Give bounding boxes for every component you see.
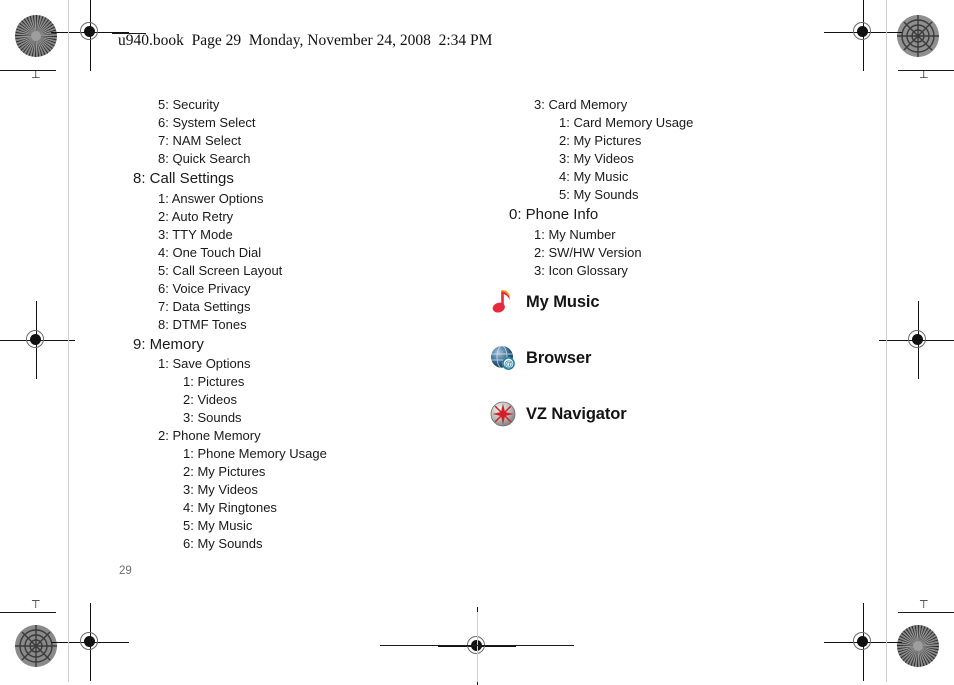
menu-item-level-2: 1: Save Options [158, 356, 251, 372]
menu-item-level-3: 1: Phone Memory Usage [183, 446, 327, 462]
menu-item-level-3: 3: My Videos [559, 151, 634, 166]
guide-line-left [68, 0, 69, 682]
feature-row[interactable]: VZ Navigator [488, 398, 888, 430]
density-patch-bottom-left [15, 625, 57, 667]
menu-item-level-3: 6: My Sounds [183, 536, 263, 552]
menu-item-level-3: 2: My Pictures [183, 464, 266, 480]
menu-item-level-2: 2: SW/HW Version [534, 244, 642, 260]
menu-item-level-2: 1: My Number [534, 226, 616, 242]
menu-item-level-3: 4: My Ringtones [183, 500, 277, 516]
density-patch-top-right [897, 15, 939, 57]
feature-row[interactable]: My Music [488, 286, 888, 318]
menu-item-level-2: 6: Voice Privacy [158, 280, 251, 296]
svg-text:@: @ [504, 359, 513, 369]
tick-mark-top-right: ⊥ [919, 69, 929, 81]
registration-mark-mid-left [0, 301, 75, 379]
menu-item-level-3: 5: My Sounds [559, 187, 639, 202]
registration-mark-mid-right [879, 301, 954, 379]
menu-item-level-3: 3: Sounds [183, 410, 242, 426]
menu-item-level-2: 8: DTMF Tones [158, 316, 247, 332]
menu-tree-left-column: 5: Security 6: System Select 7: NAM Select… [112, 96, 472, 553]
menu-item-level-3: 2: Videos [183, 392, 237, 408]
feature-list: My Music @ Browser VZ Navigator [488, 286, 888, 454]
menu-item-level-1: 0: Phone Info [509, 206, 599, 223]
menu-tree-right-column: 3: Card Memory 1: Card Memory Usage 2: My … [488, 96, 888, 280]
menu-item-level-2: 2: Phone Memory [158, 428, 261, 444]
menu-item-level-2: 1: Answer Options [158, 190, 264, 206]
feature-label: My Music [526, 292, 600, 311]
tick-mark-bottom-right: ⊤ [919, 599, 929, 611]
menu-item-level-2: 5: Security [158, 97, 220, 112]
menu-item-level-3: 3: My Videos [183, 482, 258, 498]
menu-item-level-3: 4: My Music [559, 169, 629, 184]
density-patch-top-left [15, 15, 57, 57]
feature-label: VZ Navigator [526, 404, 627, 423]
menu-item-level-2: 5: Call Screen Layout [158, 262, 283, 278]
menu-item-level-3: 2: My Pictures [559, 133, 642, 148]
document-header: u940.book Page 29 Monday, November 24, 2… [118, 32, 493, 49]
menu-item-level-2: 3: Icon Glossary [534, 262, 628, 278]
page-number: 29 [119, 565, 132, 577]
music-note-icon [488, 287, 518, 317]
feature-label: Browser [526, 348, 592, 367]
compass-navigator-icon [488, 399, 518, 429]
registration-mark-top-left [51, 0, 129, 71]
registration-mark-bottom-right [824, 603, 902, 681]
menu-item-level-2: 8: Quick Search [158, 151, 251, 166]
menu-item-level-2: 4: One Touch Dial [158, 244, 262, 260]
tick-mark-top-left: ⊥ [31, 69, 41, 81]
menu-item-level-2: 3: TTY Mode [158, 226, 233, 242]
registration-mark-top-right [824, 0, 902, 71]
menu-item-level-2: 3: Card Memory [534, 97, 628, 112]
menu-item-level-2: 7: Data Settings [158, 298, 251, 314]
menu-item-level-2: 2: Auto Retry [158, 208, 234, 224]
trim-line-bottom-right [898, 612, 954, 614]
tick-mark-bottom-left: ⊤ [31, 599, 41, 611]
registration-mark-bottom-left [51, 603, 129, 681]
guide-line-bottom-center [477, 612, 478, 682]
menu-item-level-3: 1: Pictures [183, 374, 245, 390]
globe-browser-icon: @ [488, 343, 518, 373]
menu-item-level-3: 5: My Music [183, 518, 253, 534]
menu-item-level-3: 1: Card Memory Usage [559, 115, 694, 130]
menu-item-level-2: 7: NAM Select [158, 133, 242, 148]
menu-item-level-1: 9: Memory [133, 335, 204, 353]
menu-item-level-2: 6: System Select [158, 115, 256, 130]
menu-item-level-1: 8: Call Settings [133, 170, 234, 187]
density-patch-bottom-right [897, 625, 939, 667]
trim-line-top-left [0, 70, 56, 72]
trim-line-bottom-center [380, 645, 574, 647]
trim-line-bottom-left [0, 612, 56, 614]
feature-row[interactable]: @ Browser [488, 342, 888, 374]
